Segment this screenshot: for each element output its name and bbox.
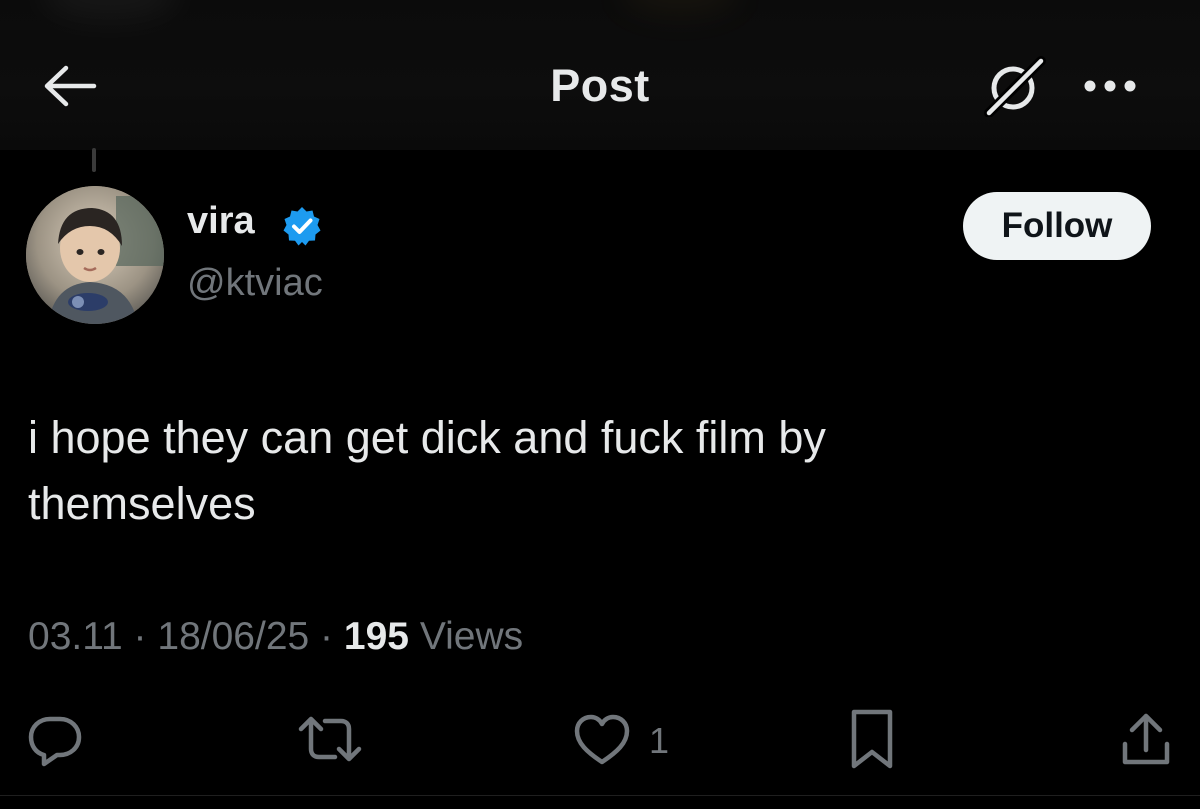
like-count: 1	[649, 720, 670, 761]
repost-button[interactable]	[297, 706, 363, 776]
bookmark-icon	[848, 708, 896, 775]
author-display-name[interactable]: vira	[187, 200, 255, 243]
author-handle[interactable]: @ktviac	[187, 262, 323, 305]
heart-icon	[573, 712, 631, 771]
post-date[interactable]: 18/06/25	[157, 615, 309, 658]
share-icon	[1120, 710, 1172, 773]
views-count[interactable]: 195	[344, 615, 409, 658]
back-button[interactable]	[38, 60, 102, 116]
reply-button[interactable]	[26, 706, 84, 776]
post-metadata: 03.11 · 18/06/25 · 195 Views	[28, 615, 523, 659]
divider	[0, 795, 1200, 796]
post-text: i hope they can get dick and fuck film b…	[28, 412, 826, 529]
more-options-button[interactable]	[1075, 66, 1145, 110]
more-horizontal-icon	[1080, 76, 1140, 101]
grok-button[interactable]	[980, 55, 1050, 122]
header-glow	[40, 0, 180, 20]
repost-icon	[297, 711, 363, 772]
arrow-left-icon	[42, 64, 98, 113]
reply-icon	[26, 711, 84, 772]
top-navigation-bar: Post	[0, 0, 1200, 150]
views-label[interactable]: Views	[420, 615, 523, 658]
meta-separator: ·	[320, 615, 334, 658]
like-button[interactable]: 1	[573, 706, 669, 776]
post-time[interactable]: 03.11	[28, 615, 123, 658]
verified-badge-icon	[281, 205, 323, 247]
header-glow	[620, 0, 740, 15]
follow-button[interactable]: Follow	[963, 192, 1151, 260]
meta-separator: ·	[133, 615, 147, 658]
post-action-bar: 1	[0, 700, 1200, 780]
avatar[interactable]	[26, 186, 164, 324]
share-button[interactable]	[1120, 706, 1172, 776]
grok-icon	[983, 55, 1047, 122]
thread-connector-line	[92, 148, 96, 172]
bookmark-button[interactable]	[848, 706, 896, 776]
